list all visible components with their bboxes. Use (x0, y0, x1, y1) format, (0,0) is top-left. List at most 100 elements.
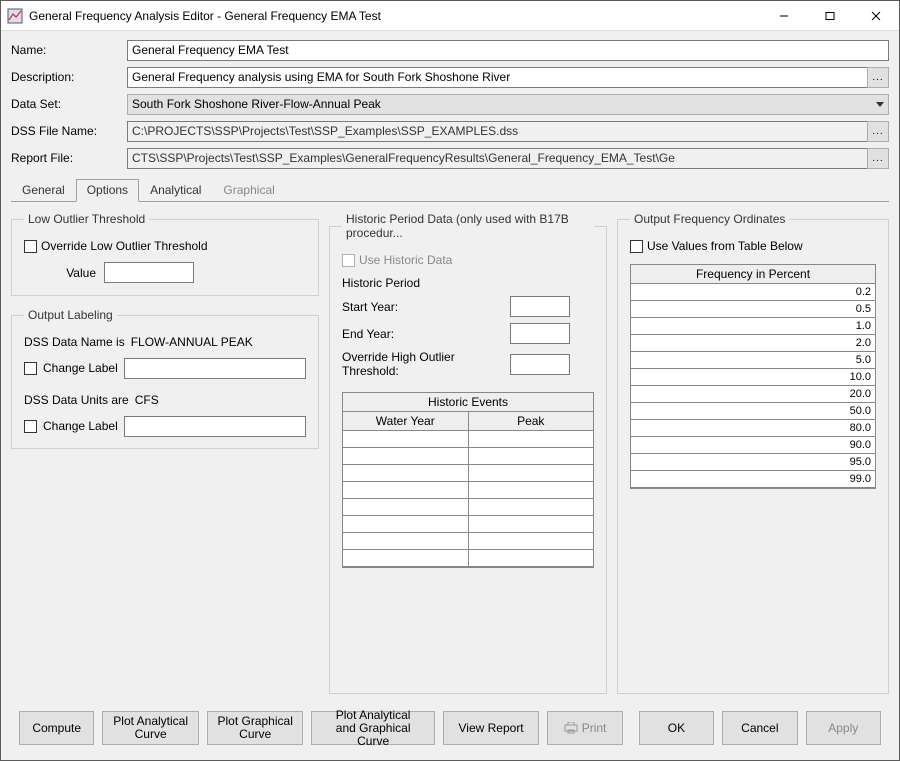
col-water-year: Water Year (343, 412, 469, 431)
frequency-grid[interactable]: Frequency in Percent 0.2 0.5 1.0 2.0 5.0… (630, 264, 876, 489)
freq-cell[interactable]: 80.0 (631, 420, 875, 437)
low-outlier-value-input[interactable] (104, 262, 194, 283)
override-high-outlier-label: Override High Outlier Threshold: (342, 350, 502, 378)
frequency-header: Frequency in Percent (631, 265, 875, 284)
freq-cell[interactable]: 2.0 (631, 335, 875, 352)
override-low-outlier-checkbox[interactable] (24, 240, 37, 253)
dataunits-value: CFS (135, 393, 159, 407)
freq-cell[interactable]: 0.5 (631, 301, 875, 318)
use-historic-label: Use Historic Data (359, 253, 452, 267)
historic-events-grid[interactable]: Historic Events Water Year Peak (342, 392, 594, 568)
close-button[interactable] (853, 1, 899, 31)
reportfile-input: CTS\SSP\Projects\Test\SSP_Examples\Gener… (127, 148, 868, 169)
view-report-button[interactable]: View Report (443, 711, 540, 745)
freq-cell[interactable]: 5.0 (631, 352, 875, 369)
table-cell[interactable] (469, 550, 594, 567)
start-year-label: Start Year: (342, 300, 502, 314)
change-units-label-checkbox[interactable] (24, 420, 37, 433)
app-icon (7, 8, 23, 24)
tab-analytical[interactable]: Analytical (139, 179, 212, 202)
plot-graphical-button[interactable]: Plot Graphical Curve (207, 711, 304, 745)
frequency-ordinates-group: Output Frequency Ordinates Use Values fr… (617, 212, 889, 694)
name-input[interactable]: General Frequency EMA Test (127, 40, 889, 61)
dssfile-label: DSS File Name: (11, 124, 127, 138)
table-cell[interactable] (343, 431, 469, 448)
freq-cell[interactable]: 20.0 (631, 386, 875, 403)
window-title: General Frequency Analysis Editor - Gene… (29, 9, 761, 23)
dataname-value: FLOW-ANNUAL PEAK (131, 335, 253, 349)
minimize-button[interactable] (761, 1, 807, 31)
plot-analytical-button[interactable]: Plot Analytical Curve (102, 711, 199, 745)
print-icon (564, 722, 578, 734)
historic-events-header: Historic Events (343, 393, 593, 412)
freq-cell[interactable]: 95.0 (631, 454, 875, 471)
table-cell[interactable] (343, 499, 469, 516)
table-cell[interactable] (469, 448, 594, 465)
window: General Frequency Analysis Editor - Gene… (0, 0, 900, 761)
chevron-down-icon (876, 97, 884, 111)
cancel-button[interactable]: Cancel (722, 711, 797, 745)
historic-period-label: Historic Period (342, 276, 594, 290)
apply-button: Apply (806, 711, 881, 745)
freq-cell[interactable]: 99.0 (631, 471, 875, 488)
tabs: General Options Analytical Graphical (11, 178, 889, 202)
start-year-input[interactable] (510, 296, 570, 317)
frequency-ordinates-legend: Output Frequency Ordinates (630, 212, 789, 226)
use-values-below-checkbox[interactable] (630, 240, 643, 253)
override-low-outlier-label: Override Low Outlier Threshold (41, 239, 208, 253)
end-year-input[interactable] (510, 323, 570, 344)
tab-options[interactable]: Options (76, 179, 139, 202)
ok-button[interactable]: OK (639, 711, 714, 745)
change-units-label-input[interactable] (124, 416, 306, 437)
low-outlier-legend: Low Outlier Threshold (24, 212, 149, 226)
historic-group: Historic Period Data (only used with B17… (329, 212, 607, 694)
table-cell[interactable] (343, 448, 469, 465)
table-cell[interactable] (343, 465, 469, 482)
description-expand-button[interactable]: ... (867, 67, 889, 88)
name-label: Name: (11, 43, 127, 57)
table-cell[interactable] (469, 533, 594, 550)
end-year-label: End Year: (342, 327, 502, 341)
description-label: Description: (11, 70, 127, 84)
dssfile-browse-button[interactable]: ... (867, 121, 889, 142)
table-cell[interactable] (469, 431, 594, 448)
use-historic-checkbox (342, 254, 355, 267)
freq-cell[interactable]: 50.0 (631, 403, 875, 420)
dssfile-input: C:\PROJECTS\SSP\Projects\Test\SSP_Exampl… (127, 121, 868, 142)
table-cell[interactable] (469, 465, 594, 482)
table-cell[interactable] (469, 482, 594, 499)
col-peak: Peak (469, 412, 594, 431)
override-high-outlier-input[interactable] (510, 354, 570, 375)
tab-general[interactable]: General (11, 179, 76, 202)
compute-button[interactable]: Compute (19, 711, 94, 745)
content: Name: General Frequency EMA Test Descrip… (1, 31, 899, 760)
change-name-label-checkbox[interactable] (24, 362, 37, 375)
table-cell[interactable] (469, 516, 594, 533)
maximize-button[interactable] (807, 1, 853, 31)
output-labeling-group: Output Labeling DSS Data Name is FLOW-AN… (11, 308, 319, 449)
table-cell[interactable] (343, 516, 469, 533)
table-cell[interactable] (343, 482, 469, 499)
low-outlier-group: Low Outlier Threshold Override Low Outli… (11, 212, 319, 296)
change-name-label-input[interactable] (124, 358, 306, 379)
freq-cell[interactable]: 0.2 (631, 284, 875, 301)
dataname-prefix: DSS Data Name is (24, 335, 125, 349)
output-labeling-legend: Output Labeling (24, 308, 117, 322)
table-cell[interactable] (469, 499, 594, 516)
dataset-label: Data Set: (11, 97, 127, 111)
table-cell[interactable] (343, 533, 469, 550)
reportfile-label: Report File: (11, 151, 127, 165)
table-cell[interactable] (343, 550, 469, 567)
titlebar: General Frequency Analysis Editor - Gene… (1, 1, 899, 31)
use-values-below-label: Use Values from Table Below (647, 239, 803, 253)
freq-cell[interactable]: 1.0 (631, 318, 875, 335)
freq-cell[interactable]: 10.0 (631, 369, 875, 386)
dataunits-prefix: DSS Data Units are (24, 393, 129, 407)
plot-both-button[interactable]: Plot Analytical and Graphical Curve (311, 711, 434, 745)
dataset-combo[interactable]: South Fork Shoshone River-Flow-Annual Pe… (127, 94, 889, 115)
tab-body-options: Low Outlier Threshold Override Low Outli… (11, 202, 889, 706)
print-button: Print (547, 711, 622, 745)
freq-cell[interactable]: 90.0 (631, 437, 875, 454)
description-input[interactable]: General Frequency analysis using EMA for… (127, 67, 868, 88)
reportfile-browse-button[interactable]: ... (867, 148, 889, 169)
